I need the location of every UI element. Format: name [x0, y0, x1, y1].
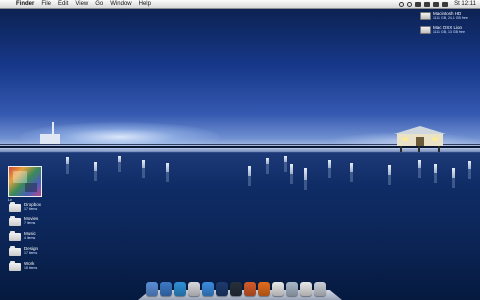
dock — [138, 282, 342, 300]
folder-count: 17 items — [24, 207, 38, 211]
pier-post — [468, 161, 471, 179]
pier-post — [94, 162, 97, 181]
timemachine-icon[interactable] — [407, 1, 413, 7]
folder-icon — [9, 216, 21, 226]
folder-icon — [9, 202, 21, 212]
water-reflection — [0, 150, 480, 152]
folder-count: 17 items — [24, 251, 38, 255]
drive-info: 1111 GB, 13 GB free — [433, 30, 465, 34]
safari-icon[interactable] — [160, 282, 172, 296]
folder-count: 4 items — [24, 236, 36, 240]
pier-post — [248, 166, 251, 186]
menu-view[interactable]: View — [75, 0, 88, 8]
pier-post — [388, 165, 391, 185]
pier-post — [118, 156, 121, 172]
folder-design[interactable]: Design 17 items — [9, 246, 49, 260]
coda-icon[interactable] — [286, 282, 298, 296]
menu-finder[interactable]: Finder — [16, 0, 34, 8]
trash-icon[interactable] — [314, 282, 326, 296]
pier-post — [266, 158, 269, 174]
volume-icon[interactable] — [433, 1, 440, 7]
dock-icons — [146, 282, 326, 296]
album-artwork[interactable] — [8, 166, 42, 197]
bluetooth-icon[interactable] — [415, 1, 422, 7]
menu-bar: Finder File Edit View Go Window Help St … — [0, 0, 480, 9]
folder-dropbox[interactable]: Dropbox 17 items — [9, 202, 49, 216]
hard-drive-icon — [420, 26, 431, 34]
photoshop-icon[interactable] — [216, 282, 228, 296]
pier-post — [350, 163, 353, 182]
pier-post — [434, 164, 437, 183]
menu-file[interactable]: File — [41, 0, 51, 8]
pier-post — [166, 163, 169, 182]
apple-menu-icon[interactable] — [4, 1, 10, 8]
firefox-icon[interactable] — [258, 282, 270, 296]
desktop-wallpaper — [0, 0, 480, 300]
menu-help[interactable]: Help — [139, 0, 151, 8]
folder-icon — [9, 246, 21, 256]
display-icon[interactable] — [399, 1, 405, 7]
status-menus: St 12:11 — [399, 0, 476, 8]
pier-post — [328, 160, 331, 178]
battery-icon[interactable] — [442, 1, 449, 7]
itunes-icon[interactable] — [174, 282, 186, 296]
hard-drive-icon — [420, 12, 431, 20]
calendar-icon[interactable] — [272, 282, 284, 296]
lighthouse-pole — [52, 122, 54, 134]
drive-macintosh-hd[interactable]: Macintosh HD 1111 GB, 24,1 GB free — [420, 11, 476, 25]
menu-clock[interactable]: St 12:11 — [454, 1, 476, 7]
preview-icon[interactable] — [300, 282, 312, 296]
lighthouse-building — [40, 134, 60, 144]
menu-edit[interactable]: Edit — [58, 0, 68, 8]
boathouse — [394, 126, 446, 152]
pier — [0, 146, 480, 148]
pier-post — [452, 168, 455, 188]
pier-post — [304, 168, 307, 190]
drive-info: 1111 GB, 24,1 GB free — [433, 16, 468, 20]
folder-count: 7 items — [24, 221, 36, 225]
folder-icon — [9, 231, 21, 241]
pier-post — [290, 164, 293, 184]
folder-count: 18 items — [24, 266, 38, 270]
folder-icon — [9, 261, 21, 271]
terminal-icon[interactable] — [230, 282, 242, 296]
wifi-icon[interactable] — [424, 1, 431, 7]
menu-window[interactable]: Window — [110, 0, 131, 8]
app-store-icon[interactable] — [202, 282, 214, 296]
mail-icon[interactable] — [188, 282, 200, 296]
menu-go[interactable]: Go — [95, 0, 103, 8]
drive-mac-osx-lion[interactable]: Mac OSX Lion 1111 GB, 13 GB free — [420, 25, 476, 39]
folder-music[interactable]: Music 4 items — [9, 231, 49, 245]
folder-movies[interactable]: Movies 7 items — [9, 216, 49, 230]
folder-work[interactable]: Work 18 items — [9, 261, 49, 275]
pier-post — [418, 160, 421, 178]
pier-post — [66, 157, 69, 174]
reeder-icon[interactable] — [244, 282, 256, 296]
finder-icon[interactable] — [146, 282, 158, 296]
pier-post — [142, 160, 145, 178]
pier-post — [284, 156, 287, 172]
